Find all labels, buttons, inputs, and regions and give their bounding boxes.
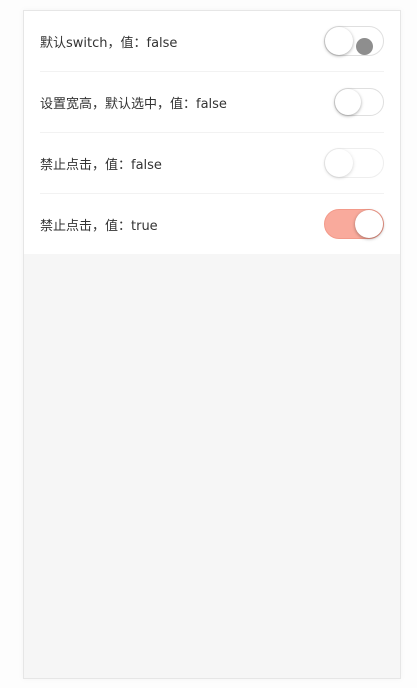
item-label: 设置宽高，默认选中，值：false	[40, 96, 227, 112]
list-item: 默认switch，值：false	[40, 11, 384, 72]
item-label: 禁止点击，值：false	[40, 157, 162, 173]
phone-frame: 默认switch，值：false 设置宽高，默认选中，值：false 禁止点击，…	[23, 10, 401, 679]
default-switch[interactable]	[324, 26, 384, 56]
switch-knob	[335, 89, 361, 115]
switch-knob	[325, 27, 353, 55]
item-label: 默认switch，值：false	[40, 35, 178, 51]
list-item: 禁止点击，值：false	[40, 133, 384, 194]
list-item: 设置宽高，默认选中，值：false	[40, 72, 384, 133]
sized-switch[interactable]	[334, 88, 384, 116]
switch-list: 默认switch，值：false 设置宽高，默认选中，值：false 禁止点击，…	[24, 11, 400, 254]
item-label: 禁止点击，值：true	[40, 218, 158, 234]
touch-indicator-icon	[356, 38, 373, 55]
disabled-switch-on	[324, 209, 384, 239]
switch-knob	[355, 210, 383, 238]
list-item: 禁止点击，值：true	[40, 194, 384, 254]
switch-knob	[325, 149, 353, 177]
disabled-switch-off	[324, 148, 384, 178]
